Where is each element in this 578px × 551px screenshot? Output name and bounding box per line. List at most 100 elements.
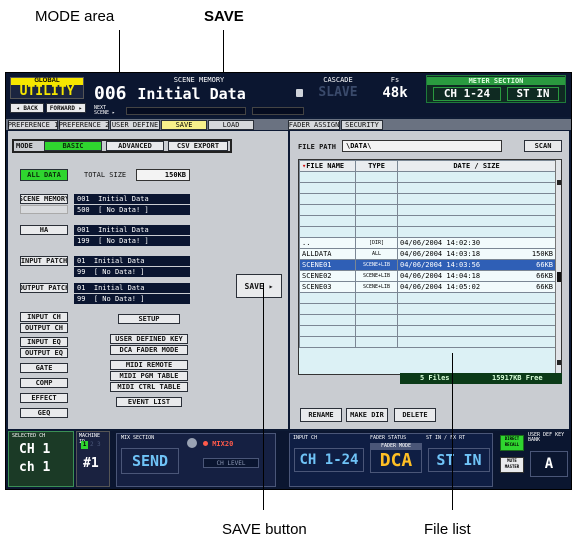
rename-button[interactable]: RENAME: [300, 408, 342, 422]
callout-mode-area: MODE area: [35, 8, 115, 25]
mix-bus-indicator-icon: [203, 441, 208, 446]
file-list[interactable]: ▾FILE NAME TYPE DATE / SIZE .. [DIR] 04/06…: [298, 159, 562, 375]
scroll-down-icon[interactable]: [557, 360, 561, 365]
file-row-type: SCENE+LIB: [355, 270, 398, 282]
scroll-up-icon[interactable]: [557, 180, 561, 185]
all-data-button[interactable]: ALL DATA: [20, 169, 68, 181]
cascade-label: CASCADE: [323, 76, 353, 84]
mute-master-button[interactable]: MUTE MASTER: [500, 457, 524, 473]
input-patch-row-1: 01 Initial Data: [74, 256, 190, 266]
midi-pgm-table-button[interactable]: MIDI PGM TABLE: [110, 371, 188, 381]
ha-row-2-name: [ No Data! ]: [98, 237, 149, 245]
file-row[interactable]: SCENE02 SCENE+LIB 04/06/2004 14:04:18 66KB: [299, 270, 556, 282]
machine-id-2: 2: [90, 441, 94, 448]
file-row-type: [DIR]: [355, 237, 398, 249]
output-patch-row-1-num: 01: [77, 284, 86, 292]
scene-memory-row-2-num: 500: [77, 206, 90, 214]
scan-button[interactable]: SCAN: [524, 140, 562, 152]
file-row[interactable]: SCENE03 SCENE+LIB 04/06/2004 14:05:02 66KB: [299, 281, 556, 293]
global-box: GLOBAL UTILITY: [10, 77, 84, 99]
input-ch-value[interactable]: CH 1-24: [294, 448, 364, 472]
file-row-date: 04/06/2004 14:04:18: [400, 272, 481, 280]
meter-ch-button[interactable]: CH 1-24: [433, 87, 501, 101]
selected-ch-label: SELECTED CH: [12, 433, 46, 439]
fader-mode-value[interactable]: DCA: [370, 449, 422, 473]
tab-preference-1[interactable]: PREFERENCE 1: [8, 120, 58, 130]
mix-bus-label: MIX20: [212, 440, 234, 448]
tab-load[interactable]: LOAD: [208, 120, 254, 130]
comp-button[interactable]: COMP: [20, 378, 68, 388]
file-list-scrollbar[interactable]: [555, 160, 561, 374]
file-row-date-size: 04/06/2004 14:03:56 66KB: [397, 259, 556, 271]
file-row[interactable]: SCENE01 SCENE+LIB 04/06/2004 14:03:56 66KB: [299, 259, 556, 271]
dca-fader-mode-button[interactable]: DCA FADER MODE: [110, 345, 188, 355]
event-list-button[interactable]: EVENT LIST: [116, 397, 182, 407]
file-row-date: 04/06/2004 14:03:56: [400, 261, 481, 269]
tab-security[interactable]: SECURITY: [341, 120, 383, 130]
tab-preference-2[interactable]: PREFERENCE 2: [59, 120, 109, 130]
file-row[interactable]: ALLDATA ALL 04/06/2004 14:03:18 150KB: [299, 248, 556, 260]
meter-section-label: METER SECTION: [427, 77, 565, 85]
input-patch-button[interactable]: INPUT PATCH: [20, 256, 68, 266]
direct-recall-button[interactable]: DIRECT RECALL: [500, 435, 524, 451]
fs-label: Fs: [390, 76, 400, 84]
scene-title: Initial Data: [137, 85, 246, 103]
file-row-size: 66KB: [536, 283, 553, 291]
output-ch-button[interactable]: OUTPUT CH: [20, 323, 68, 333]
output-patch-row-1-name: Initial Data: [93, 284, 145, 292]
tab-save[interactable]: SAVE: [161, 120, 207, 130]
tab-fader-assign[interactable]: FADER ASSIGN: [288, 120, 340, 130]
gate-button[interactable]: GATE: [20, 363, 68, 373]
next-scene-field[interactable]: [126, 107, 246, 115]
make-dir-button[interactable]: MAKE DIR: [346, 408, 388, 422]
utility-screen: GLOBAL UTILITY ◂ BACK FORWARD ▸ SCENE ME…: [5, 72, 572, 490]
st-in-value[interactable]: ST IN: [428, 448, 490, 472]
callout-file-list: File list: [424, 521, 471, 538]
mode-basic-button[interactable]: BASIC: [44, 141, 102, 151]
file-row-size: 66KB: [536, 261, 553, 269]
forward-button[interactable]: FORWARD ▸: [46, 103, 86, 113]
mix-section-value[interactable]: SEND: [121, 448, 179, 474]
mode-advanced-button[interactable]: ADVANCED: [106, 141, 164, 151]
input-patch-row-2-num: 99: [77, 268, 86, 276]
delete-button[interactable]: DELETE: [394, 408, 436, 422]
tab-user-define[interactable]: USER DEFINE: [110, 120, 160, 130]
file-row[interactable]: .. [DIR] 04/06/2004 14:02:30: [299, 237, 556, 249]
ha-row-2-num: 199: [77, 237, 90, 245]
file-path-field[interactable]: \DATA\: [342, 140, 502, 152]
setup-button[interactable]: SETUP: [118, 314, 180, 324]
mode-csv-export-button[interactable]: CSV EXPORT: [168, 141, 228, 151]
header-file-name[interactable]: ▾FILE NAME: [299, 160, 356, 172]
effect-button[interactable]: EFFECT: [20, 393, 68, 403]
machine-id-3: 3: [97, 441, 101, 448]
output-eq-button[interactable]: OUTPUT EQ: [20, 348, 68, 358]
file-row-type: ALL: [355, 248, 398, 260]
app-title: UTILITY: [19, 84, 75, 99]
next-scene-value-field: [252, 107, 304, 115]
scene-memory-row-1-num: 001: [77, 195, 90, 203]
output-patch-button[interactable]: OUTPUT PATCH: [20, 283, 68, 293]
machine-id-value: #1: [83, 456, 99, 471]
header-date-size[interactable]: DATE / SIZE: [397, 160, 556, 172]
page: MODE area SAVE GLOBAL UTILITY ◂ BACK FOR…: [0, 0, 578, 551]
meter-st-button[interactable]: ST IN: [507, 87, 559, 101]
user-defined-key-button[interactable]: USER DEFINED KEY: [110, 334, 188, 344]
total-size-value: 150KB: [136, 169, 190, 181]
user-def-key-bank-value[interactable]: A: [530, 451, 568, 477]
header-type[interactable]: TYPE: [355, 160, 398, 172]
input-ch-button[interactable]: INPUT CH: [20, 312, 68, 322]
save-button[interactable]: SAVE ▸: [236, 274, 282, 298]
midi-ctrl-table-button[interactable]: MIDI CTRL TABLE: [110, 382, 188, 392]
input-eq-button[interactable]: INPUT EQ: [20, 337, 68, 347]
file-row-name: SCENE03: [299, 281, 356, 293]
midi-remote-button[interactable]: MIDI REMOTE: [110, 360, 188, 370]
st-in-label: ST IN / FX RT: [426, 435, 466, 441]
ha-button[interactable]: HA: [20, 225, 68, 235]
input-patch-row-1-num: 01: [77, 257, 86, 265]
scene-memory-button[interactable]: SCENE MEMORY: [20, 194, 68, 204]
file-row-date-size: 04/06/2004 14:02:30: [397, 237, 556, 249]
output-patch-row-2-name: [ No Data! ]: [93, 295, 145, 303]
scroll-thumb[interactable]: [557, 272, 561, 282]
geq-button[interactable]: GEQ: [20, 408, 68, 418]
back-button[interactable]: ◂ BACK: [10, 103, 44, 113]
